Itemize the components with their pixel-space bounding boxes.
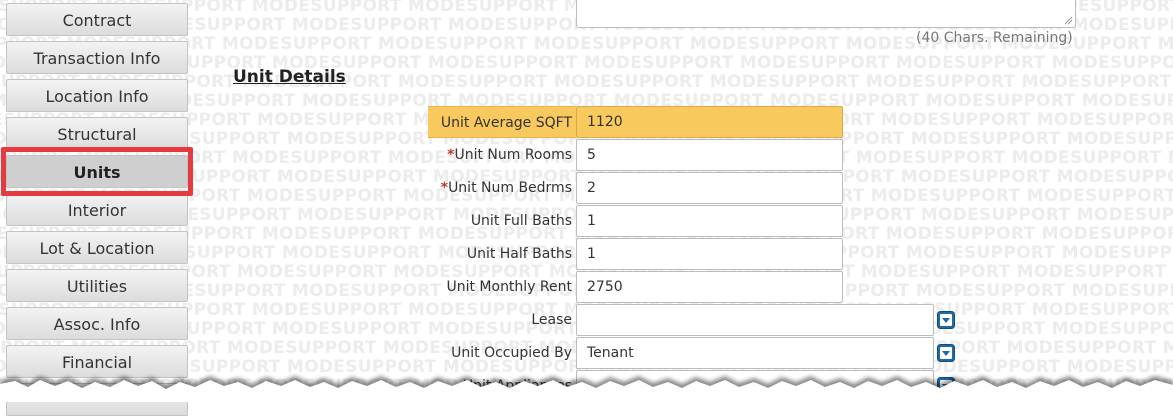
field-label: Unit Appliances — [462, 378, 572, 394]
nav-utilities-button[interactable]: Utilities — [6, 269, 188, 302]
chevron-down-icon[interactable] — [937, 311, 955, 329]
lease-select[interactable] — [576, 304, 934, 336]
unit-monthly-rent-input[interactable]: 2750 — [576, 271, 843, 303]
nav-lot-location-button[interactable]: Lot & Location — [6, 231, 188, 264]
nav-financial-button[interactable]: Financial — [6, 345, 188, 378]
field-label: *Unit Num Rooms — [447, 147, 572, 163]
unit-average-sqft-input[interactable]: 1120 — [576, 106, 843, 138]
nav-next-button[interactable] — [6, 383, 188, 416]
nav-contract-button[interactable]: Contract — [6, 3, 188, 36]
nav-assoc-info-button[interactable]: Assoc. Info — [6, 307, 188, 340]
unit-half-baths-row: Unit Half Baths 1 — [428, 238, 948, 270]
resize-grip-icon[interactable] — [1064, 16, 1073, 25]
section-title: Unit Details — [233, 67, 346, 87]
chevron-down-icon[interactable] — [937, 377, 955, 395]
nav-interior-button[interactable]: Interior — [6, 193, 188, 226]
field-label: Unit Full Baths — [470, 213, 572, 229]
nav-structural-button[interactable]: Structural — [6, 117, 188, 150]
unit-full-baths-input[interactable]: 1 — [576, 205, 843, 237]
unit-occupied-by-select[interactable]: Tenant — [576, 337, 934, 369]
nav-transaction-info-button[interactable]: Transaction Info — [6, 41, 188, 74]
field-label: Unit Half Baths — [466, 246, 572, 262]
unit-average-sqft-row: Unit Average SQFT 1120 — [428, 106, 948, 138]
required-marker: * — [440, 180, 449, 196]
unit-num-rooms-row: *Unit Num Rooms 5 — [428, 139, 948, 171]
unit-full-baths-row: Unit Full Baths 1 — [428, 205, 948, 237]
unit-half-baths-input[interactable]: 1 — [576, 238, 843, 270]
chars-remaining-counter: (40 Chars. Remaining) — [916, 30, 1073, 46]
lease-row: Lease — [428, 304, 955, 336]
field-label: *Unit Num Bedrms — [440, 180, 572, 196]
unit-appliances-row: Unit Appliances — [428, 370, 955, 402]
field-label: Unit Occupied By — [451, 345, 572, 361]
unit-occupied-by-row: Unit Occupied By Tenant — [428, 337, 955, 369]
unit-monthly-rent-row: Unit Monthly Rent 2750 — [428, 271, 948, 303]
remarks-textarea[interactable] — [576, 0, 1076, 28]
unit-num-bedrms-row: *Unit Num Bedrms 2 — [428, 172, 948, 204]
field-label: Unit Monthly Rent — [446, 279, 572, 295]
chevron-down-icon[interactable] — [937, 344, 955, 362]
field-label: Unit Average SQFT — [428, 106, 576, 138]
nav-location-info-button[interactable]: Location Info — [6, 79, 188, 112]
unit-num-bedrms-input[interactable]: 2 — [576, 172, 843, 204]
nav-units-button[interactable]: Units — [6, 155, 188, 188]
unit-num-rooms-input[interactable]: 5 — [576, 139, 843, 171]
unit-appliances-select[interactable] — [576, 370, 934, 402]
field-label: Lease — [531, 312, 572, 328]
